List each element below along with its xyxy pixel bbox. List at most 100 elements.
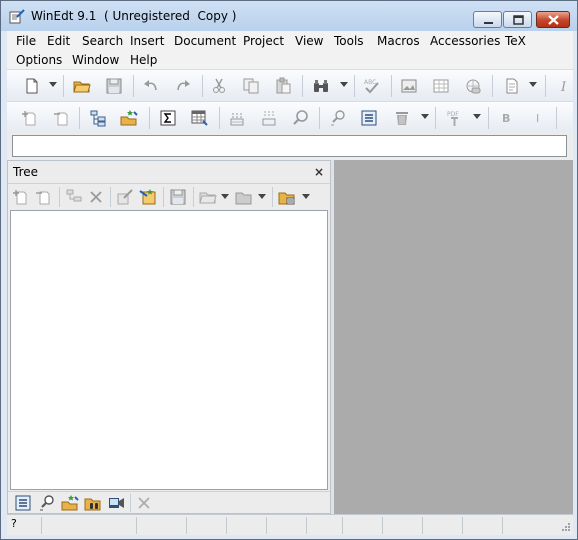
tree-project-dropdown-arrow-icon[interactable] [302, 194, 310, 199]
minimize-button[interactable] [473, 11, 502, 28]
template-dropdown-arrow-icon[interactable] [529, 82, 537, 87]
tree-panel-header: Tree × [8, 161, 330, 183]
document-template-icon[interactable] [503, 77, 521, 95]
pdf-dropdown-arrow-icon[interactable] [473, 114, 481, 119]
paste-icon[interactable] [274, 77, 292, 95]
tree-add-document-icon[interactable] [12, 188, 30, 206]
find-dropdown-arrow-icon[interactable] [340, 82, 348, 87]
trash-icon[interactable] [393, 109, 411, 127]
web-link-icon[interactable] [464, 77, 482, 95]
toolbar-separator [488, 107, 489, 129]
tree-bottom-close-icon[interactable] [135, 494, 153, 512]
italic-partial-icon[interactable]: I [555, 77, 573, 95]
status-help[interactable]: ? [7, 517, 42, 534]
remove-document-icon[interactable] [53, 109, 71, 127]
svg-text:ABC: ABC [364, 79, 376, 86]
menu-edit[interactable]: Edit [47, 34, 70, 48]
tree-panel-close-button[interactable]: × [314, 165, 324, 179]
find-binoculars-icon[interactable] [312, 77, 330, 95]
toolbar-separator [130, 494, 131, 512]
status-cell-encoding [307, 517, 343, 534]
open-folder-icon[interactable] [73, 77, 91, 95]
redo-icon[interactable] [174, 77, 192, 95]
cut-icon[interactable] [210, 77, 228, 95]
menu-view[interactable]: View [295, 34, 323, 48]
image-icon[interactable] [400, 77, 418, 95]
tree-toolbar [8, 183, 330, 209]
spell-check-icon[interactable]: ABC [363, 77, 381, 95]
tree-folder-search-icon[interactable] [84, 494, 102, 512]
tree-open-dropdown-arrow-icon[interactable] [221, 194, 229, 199]
copy-icon[interactable] [242, 77, 260, 95]
svg-text:B: B [502, 112, 510, 125]
menu-macros[interactable]: Macros [377, 34, 420, 48]
undo-icon[interactable] [142, 77, 160, 95]
menu-tools[interactable]: Tools [334, 34, 364, 48]
tree-open-folder-icon[interactable] [199, 188, 217, 206]
menu-file[interactable]: File [16, 34, 36, 48]
tree-document-list-icon[interactable] [14, 494, 32, 512]
find-in-files-icon[interactable] [329, 109, 347, 127]
resize-grip-icon[interactable] [559, 520, 571, 532]
secondary-toolbar: PDF B I [7, 101, 573, 133]
tree-content-area[interactable] [10, 210, 328, 490]
tree-delete-icon[interactable] [87, 188, 105, 206]
menu-tex[interactable]: TeX [505, 34, 526, 48]
status-bar: ? [7, 514, 573, 535]
toolbar-separator [545, 75, 546, 97]
command-input[interactable] [12, 135, 567, 157]
main-window: WinEdt 9.1 ( Unregistered Copy ) File Ed… [0, 0, 578, 540]
tree-find-icon[interactable] [38, 494, 56, 512]
bold-icon[interactable]: B [497, 109, 515, 127]
menu-accessories[interactable]: Accessories [430, 34, 500, 48]
toolbar-separator [354, 75, 355, 97]
save-icon[interactable] [105, 77, 123, 95]
winedt-app-icon[interactable] [9, 9, 25, 24]
status-cell-extra [463, 517, 503, 534]
tree-run-icon[interactable] [107, 494, 125, 512]
tree-structure-icon[interactable] [65, 188, 83, 206]
new-insert-icon[interactable] [21, 109, 39, 127]
tree-explore-icon[interactable] [61, 494, 79, 512]
menu-insert[interactable]: Insert [130, 34, 164, 48]
tree-folder-icon[interactable] [235, 188, 253, 206]
project-tree-icon[interactable] [89, 109, 107, 127]
tree-project-folder-icon[interactable] [278, 188, 296, 206]
trash-dropdown-arrow-icon[interactable] [421, 114, 429, 119]
tree-bottom-toolbar [8, 491, 330, 513]
menu-options[interactable]: Options [16, 53, 62, 67]
toolbar-separator [492, 75, 493, 97]
menu-document[interactable]: Document [174, 34, 236, 48]
table-wizard-icon[interactable] [190, 109, 208, 127]
tree-panel-title: Tree [13, 165, 39, 179]
new-dropdown-arrow-icon[interactable] [49, 82, 57, 87]
italic-icon[interactable]: I [529, 109, 547, 127]
title-bar[interactable]: WinEdt 9.1 ( Unregistered Copy ) [1, 1, 577, 31]
table-icon[interactable] [432, 77, 450, 95]
svg-text:PDF: PDF [447, 111, 459, 118]
tree-save-icon[interactable] [169, 188, 187, 206]
tree-folder-dropdown-arrow-icon[interactable] [258, 194, 266, 199]
toolbar-separator [556, 107, 557, 129]
status-cell-mode2 [423, 517, 463, 534]
new-document-icon[interactable] [23, 77, 41, 95]
tree-remove-document-icon[interactable] [35, 188, 53, 206]
expand-all-icon[interactable] [260, 109, 278, 127]
pdf-texify-icon[interactable]: PDF [445, 109, 463, 127]
menu-help[interactable]: Help [130, 53, 157, 67]
menu-project[interactable]: Project [243, 34, 284, 48]
sum-math-icon[interactable] [159, 109, 177, 127]
status-cell-spell [267, 517, 307, 534]
menu-search[interactable]: Search [82, 34, 123, 48]
menu-window[interactable]: Window [72, 53, 119, 67]
document-list-icon[interactable] [360, 109, 378, 127]
editor-area[interactable] [334, 160, 573, 514]
tree-edit-icon[interactable] [116, 188, 134, 206]
tree-transfer-icon[interactable] [139, 188, 157, 206]
project-explore-icon[interactable] [120, 109, 138, 127]
close-button[interactable] [536, 11, 570, 28]
collapse-all-icon[interactable] [228, 109, 246, 127]
search-magnifier-icon[interactable] [292, 109, 310, 127]
maximize-button[interactable] [503, 11, 532, 28]
toolbar-separator [302, 75, 303, 97]
